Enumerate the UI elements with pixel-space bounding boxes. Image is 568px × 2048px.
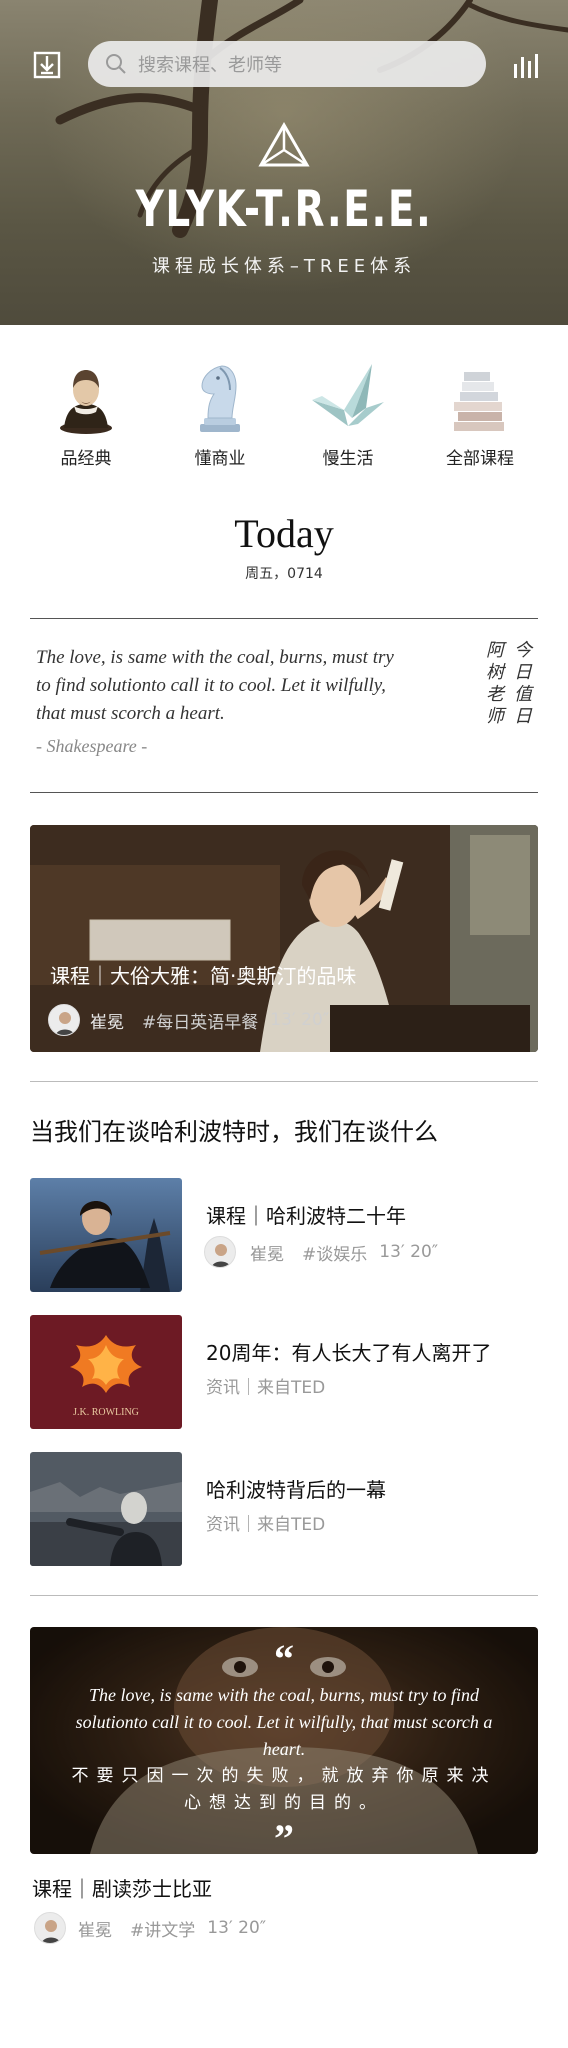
course-tag[interactable]: #每日英语早餐 xyxy=(142,1008,258,1033)
course-tag[interactable]: #讲文学 xyxy=(130,1916,195,1941)
search-input[interactable]: 搜索课程、老师等 xyxy=(88,41,486,87)
brand-subtitle: 课程成长体系–TREE体系 xyxy=(151,256,417,277)
vertical-caption-left: 阿树老师 xyxy=(483,640,504,728)
divider xyxy=(30,1595,538,1596)
author-name: 崔冕 xyxy=(78,1920,112,1941)
phoenix-book-thumbnail: J.K. ROWLING xyxy=(30,1315,182,1429)
course-meta: 崔冕 #讲文学 13′ 20″ xyxy=(34,1912,266,1944)
divider xyxy=(30,792,538,793)
book-stack-icon xyxy=(440,360,520,436)
category-label: 全部课程 xyxy=(446,449,514,469)
list-item[interactable]: J.K. ROWLING 20周年：有人长大了有人离开了 资讯｜来自TED xyxy=(30,1315,538,1431)
search-placeholder: 搜索课程、老师等 xyxy=(138,55,282,76)
course-duration: 13′ 20″ xyxy=(270,1010,330,1030)
category-nav: 品经典 懂商业 慢生活 全部课程 xyxy=(0,360,568,470)
featured-course-meta: 崔冕 #每日英语早餐 13′ 20″ xyxy=(48,1004,329,1036)
stats-icon[interactable] xyxy=(512,52,542,78)
close-quote-mark: ” xyxy=(274,1816,294,1854)
item-title: 20周年：有人长大了有人离开了 xyxy=(206,1341,492,1365)
category-classics[interactable]: 品经典 xyxy=(26,360,146,469)
today-heading: Today xyxy=(234,511,334,556)
course-tag[interactable]: #谈娱乐 xyxy=(302,1240,367,1265)
author-avatar xyxy=(48,1004,80,1036)
section-title: 当我们在谈哈利波特时，我们在谈什么 xyxy=(30,1118,438,1146)
item-meta: 崔冕 #谈娱乐 13′ 20″ xyxy=(204,1236,438,1268)
item-source: 资讯｜来自TED xyxy=(206,1515,326,1535)
thumbnail-caption: J.K. ROWLING xyxy=(73,1407,139,1418)
daily-quote: The love, is same with the coal, burns, … xyxy=(36,647,394,724)
author-avatar xyxy=(34,1912,66,1944)
category-all-courses[interactable]: 全部课程 xyxy=(420,360,540,469)
paper-crane-icon xyxy=(308,360,388,436)
hero-banner: 搜索课程、老师等 YLYK-T.R.E.E. 课程成长体系–TREE体系 xyxy=(0,0,568,325)
author-name: 崔冕 xyxy=(250,1244,284,1265)
list-item[interactable]: 课程｜哈利波特二十年 崔冕 #谈娱乐 13′ 20″ xyxy=(30,1178,538,1294)
category-label: 品经典 xyxy=(60,449,112,469)
category-label: 慢生活 xyxy=(322,449,374,469)
author-name: 崔冕 xyxy=(90,1012,124,1033)
harry-potter-thumbnail xyxy=(30,1178,182,1292)
author-avatar xyxy=(204,1236,236,1268)
download-icon[interactable] xyxy=(32,50,62,80)
voldemort-thumbnail xyxy=(30,1452,182,1566)
today-date: 周五，0714 xyxy=(245,566,323,582)
item-source: 资讯｜来自TED xyxy=(206,1378,326,1398)
course-duration: 13′ 20″ xyxy=(379,1242,439,1262)
chess-knight-icon xyxy=(180,360,260,436)
quote-author: - Shakespeare - xyxy=(36,736,148,756)
category-slow-life[interactable]: 慢生活 xyxy=(288,360,408,469)
open-quote-mark: “ xyxy=(274,1636,294,1681)
category-business[interactable]: 懂商业 xyxy=(160,360,280,469)
tree-logo-icon xyxy=(258,122,310,167)
featured-course-title: 课程｜大俗大雅：简·奥斯汀的品味 xyxy=(50,964,357,988)
course-duration: 13′ 20″ xyxy=(207,1918,267,1938)
item-title: 课程｜哈利波特二十年 xyxy=(206,1204,406,1228)
item-title: 哈利波特背后的一幕 xyxy=(206,1478,386,1502)
shakespeare-bust-icon xyxy=(46,360,126,436)
quote-english: The love, is same with the coal, burns, … xyxy=(75,1685,493,1759)
shakespeare-quote-card[interactable]: “ The love, is same with the coal, burns… xyxy=(30,1627,538,1854)
course-title[interactable]: 课程｜剧读莎士比亚 xyxy=(32,1873,212,1902)
divider xyxy=(30,1081,538,1082)
vertical-caption-right: 今日值日 xyxy=(511,640,532,728)
brand-title: YLYK-T.R.E.E. xyxy=(135,180,433,238)
divider xyxy=(30,618,538,619)
quote-chinese: 不要只因一次的失败，就放弃你原来决心想达到的目的。 xyxy=(71,1766,497,1813)
category-label: 懂商业 xyxy=(194,449,246,469)
list-item[interactable]: 哈利波特背后的一幕 资讯｜来自TED xyxy=(30,1452,538,1568)
search-icon xyxy=(106,54,126,74)
